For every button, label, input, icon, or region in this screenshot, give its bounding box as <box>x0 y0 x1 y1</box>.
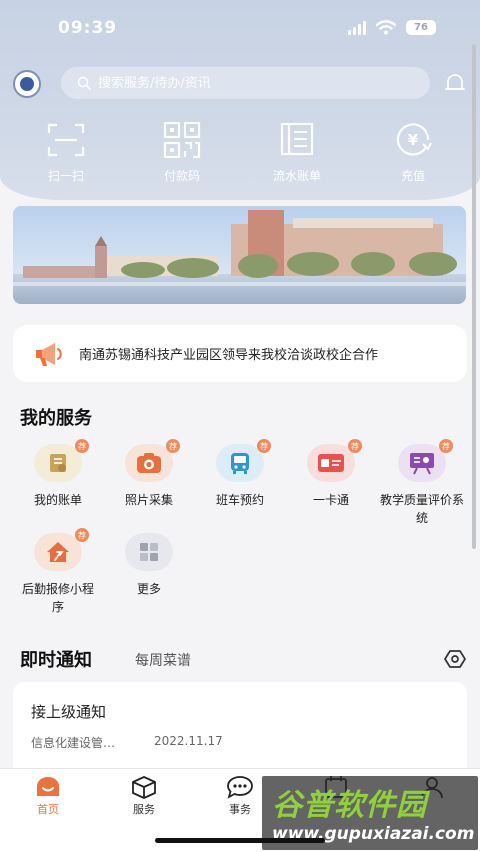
status-icons: 76 <box>348 20 436 35</box>
bell-icon[interactable] <box>444 72 466 94</box>
watermark-title: 谷普软件园 <box>272 788 427 823</box>
qr-code-icon <box>163 122 201 158</box>
ledger-button[interactable]: 流水账单 <box>252 122 342 184</box>
campus-banner[interactable] <box>13 206 466 304</box>
service-photo-collect[interactable]: 荐 照片采集 <box>103 439 195 509</box>
service-teaching-evaluation[interactable]: 荐 教学质量评价系统 <box>376 439 468 527</box>
notice-tabs: 即时通知 每周菜谱 <box>20 646 470 672</box>
recharge-button[interactable]: ¥ 充值 <box>368 122 458 184</box>
school-logo[interactable] <box>13 70 41 98</box>
search-row <box>0 66 480 100</box>
pay-code-label: 付款码 <box>163 169 200 183</box>
ledger-label: 流水账单 <box>272 169 321 183</box>
bus-icon: 荐 <box>216 439 271 482</box>
quick-actions: 扫一扫 付款码 流水账单 ¥ 充值 <box>0 122 480 186</box>
recommend-badge: 荐 <box>348 439 362 453</box>
tab-instant-notice[interactable]: 即时通知 <box>20 646 92 672</box>
news-headline: 南通苏锡通科技产业园区领导来我校洽谈政校企合作 <box>79 348 379 363</box>
search-input[interactable] <box>98 75 398 91</box>
scrollbar[interactable] <box>472 44 476 549</box>
notice-title: 接上级通知 <box>31 703 107 721</box>
service-more[interactable]: 更多 <box>103 533 195 598</box>
service-my-bill[interactable]: 荐 我的账单 <box>12 439 104 509</box>
service-cube-icon <box>132 776 156 799</box>
camera-icon: 荐 <box>125 439 180 482</box>
service-label: 我的账单 <box>33 493 82 507</box>
scan-button[interactable]: 扫一扫 <box>21 122 111 184</box>
pay-code-button[interactable]: 付款码 <box>137 122 227 184</box>
services-title: 我的服务 <box>20 408 92 429</box>
service-label: 更多 <box>136 582 161 596</box>
ledger-icon <box>280 122 314 156</box>
megaphone-icon <box>36 342 62 366</box>
bill-icon: 荐 <box>34 439 89 482</box>
notice-date: 2022.11.17 <box>154 734 223 748</box>
notice-source: 信息化建设管… <box>31 736 116 750</box>
service-label: 教学质量评价系统 <box>380 493 465 525</box>
search-box[interactable] <box>61 67 430 99</box>
recharge-label: 充值 <box>400 169 425 183</box>
signal-icon <box>348 20 366 35</box>
nav-service[interactable]: 服务 <box>108 775 180 817</box>
service-campus-card[interactable]: 荐 一卡通 <box>285 439 377 509</box>
status-time: 09:39 <box>58 18 118 38</box>
tab-weekly-menu[interactable]: 每周菜谱 <box>135 650 191 670</box>
recommend-badge: 荐 <box>439 439 453 453</box>
recommend-badge: 荐 <box>257 439 271 453</box>
service-bus-booking[interactable]: 荐 班车预约 <box>194 439 286 509</box>
nav-label: 首页 <box>37 803 59 816</box>
service-label: 一卡通 <box>312 493 349 507</box>
school-emblem-icon <box>20 77 34 91</box>
more-icon <box>125 533 173 571</box>
recommend-badge: 荐 <box>75 439 89 453</box>
search-icon <box>77 76 91 90</box>
news-ticker[interactable]: 南通苏锡通科技产业园区领导来我校洽谈政校企合作 <box>13 325 467 382</box>
home-icon <box>37 777 59 796</box>
nav-home[interactable]: 首页 <box>12 775 84 817</box>
svg-text:¥: ¥ <box>408 131 419 149</box>
card-icon: 荐 <box>307 439 362 482</box>
status-bar: 09:39 76 <box>0 0 480 58</box>
service-label: 班车预约 <box>215 493 264 507</box>
recharge-icon: ¥ <box>396 123 432 156</box>
scan-label: 扫一扫 <box>47 169 84 183</box>
service-repair[interactable]: 荐 后勤报修小程序 <box>12 528 104 616</box>
recommend-badge: 荐 <box>75 528 89 542</box>
teaching-evaluation-icon: 荐 <box>398 439 453 482</box>
message-icon <box>227 776 253 799</box>
settings-icon[interactable] <box>444 649 466 669</box>
wifi-icon <box>376 20 396 35</box>
nav-label: 服务 <box>133 803 155 816</box>
house-repair-icon: 荐 <box>34 528 89 571</box>
campus-photo <box>13 206 466 304</box>
scan-icon <box>47 123 85 157</box>
service-label: 照片采集 <box>124 493 173 507</box>
service-label: 后勤报修小程序 <box>21 582 94 614</box>
home-indicator <box>155 838 325 843</box>
battery-icon: 76 <box>406 20 436 35</box>
recommend-badge: 荐 <box>166 439 180 453</box>
